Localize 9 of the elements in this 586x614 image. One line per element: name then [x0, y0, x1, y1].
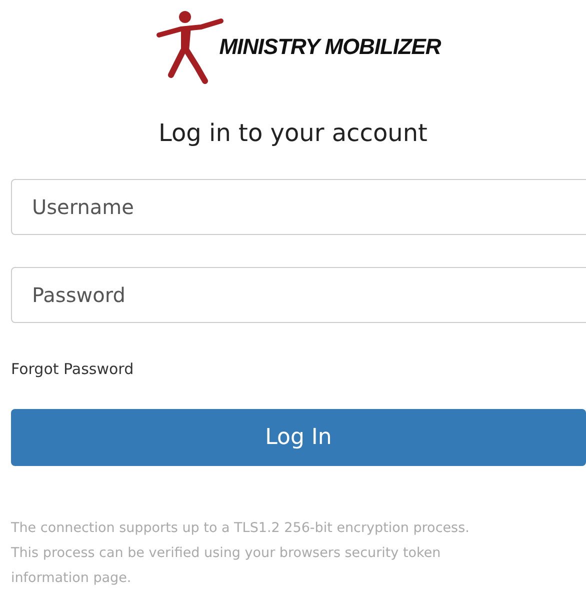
logo-text: MINISTRY MOBILIZER — [219, 33, 441, 61]
username-field[interactable]: Username — [11, 179, 586, 235]
login-button[interactable]: Log In — [11, 409, 586, 466]
page-heading: Log in to your account — [158, 118, 428, 149]
password-field[interactable]: Password — [11, 267, 586, 323]
forgot-password-link[interactable]: Forgot Password — [11, 360, 134, 378]
encryption-notice-line: information page. — [11, 569, 132, 588]
encryption-notice-line: The connection supports up to a TLS1.2 256-bit encryption process. — [11, 519, 470, 538]
encryption-notice-line: This process can be verified using your browsers security token — [11, 544, 442, 563]
